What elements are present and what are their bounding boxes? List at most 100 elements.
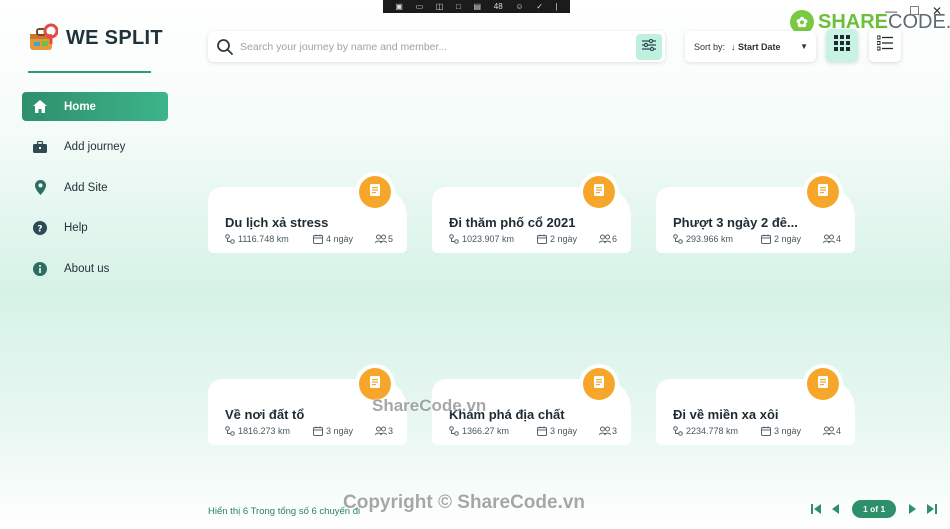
route-icon	[449, 234, 459, 244]
first-page-button[interactable]	[809, 500, 823, 518]
tray-icon[interactable]: ▣	[395, 2, 403, 11]
calendar-icon	[761, 234, 771, 244]
first-page-icon	[811, 504, 821, 514]
journey-days: 3 ngày	[326, 426, 354, 436]
accessibility-icon[interactable]: ☺	[515, 2, 523, 11]
luggage-logo-icon	[28, 22, 59, 54]
search-input[interactable]	[240, 40, 636, 53]
members-icon	[599, 234, 611, 244]
separator-icon: |	[555, 2, 558, 11]
journey-members: 4	[836, 426, 842, 436]
route-icon	[673, 234, 683, 244]
journey-card[interactable]: Du lịch xả stress 1116.748 km 4 ngày 5	[208, 176, 407, 253]
filter-button[interactable]	[636, 33, 662, 60]
crop-icon[interactable]: □	[456, 2, 461, 11]
sort-value: ↓ Start Date	[731, 41, 781, 52]
watermark-center: ShareCode.vn	[372, 396, 487, 415]
nav-item-add-journey[interactable]: Add journey	[22, 133, 168, 162]
sidebar: WE SPLIT Home Add journey Add Site ? Hel	[0, 0, 190, 529]
journey-card[interactable]: Phượt 3 ngày 2 đê... 293.966 km 2 ngày 4	[656, 176, 855, 253]
app-name: WE SPLIT	[66, 26, 163, 49]
system-tray-strip: ▣ ▭ ◫ □ ▤ 48 ☺ ✓ |	[383, 0, 570, 13]
document-icon	[368, 375, 382, 394]
document-icon	[592, 375, 606, 394]
battery-level: 48	[493, 2, 503, 11]
nav-item-label: Add journey	[64, 141, 126, 153]
journey-members: 5	[388, 234, 394, 244]
journey-days: 2 ngày	[774, 234, 802, 244]
sliders-icon	[642, 38, 656, 56]
next-page-button[interactable]	[905, 500, 919, 518]
route-icon	[673, 426, 683, 436]
document-icon	[816, 183, 830, 202]
nav-item-label: Add Site	[64, 181, 108, 194]
caret-down-icon: ▼	[800, 42, 808, 51]
journey-days: 3 ngày	[550, 426, 578, 436]
members-icon	[375, 426, 387, 436]
journey-title: Phượt 3 ngày 2 đê...	[673, 215, 798, 230]
journey-badge[interactable]	[807, 176, 839, 208]
nav-item-add-site[interactable]: Add Site	[22, 173, 168, 202]
journey-card[interactable]: Đi về miền xa xôi 2234.778 km 3 ngày 4	[656, 368, 855, 445]
journey-meta: 2234.778 km 3 ngày 4	[673, 426, 845, 436]
calendar-icon	[537, 426, 547, 436]
journey-members: 4	[836, 234, 842, 244]
journey-distance-group: 1023.907 km	[449, 234, 537, 244]
journey-badge[interactable]	[807, 368, 839, 400]
results-status: Hiển thị 6 Trong tổng số 6 chuyến đi	[208, 506, 361, 517]
journey-distance-group: 293.966 km	[673, 234, 761, 244]
camera-icon[interactable]: ▭	[416, 2, 424, 11]
journey-badge[interactable]	[583, 368, 615, 400]
page-indicator: 1 of 1	[852, 500, 897, 518]
journey-days-group: 3 ngày	[313, 426, 375, 436]
journey-distance: 1023.907 km	[462, 234, 515, 244]
journey-days-group: 3 ngày	[537, 426, 599, 436]
help-icon: ?	[32, 220, 48, 236]
next-page-icon	[909, 504, 917, 514]
journey-days-group: 3 ngày	[761, 426, 823, 436]
journey-badge[interactable]	[583, 176, 615, 208]
list-view-button[interactable]	[869, 29, 901, 62]
last-page-icon	[927, 504, 938, 514]
nav-item-label: About us	[64, 262, 110, 275]
journey-title: Về nơi đất tổ	[225, 407, 305, 422]
sort-dropdown[interactable]: Sort by: ↓ Start Date ▼	[685, 31, 816, 62]
journey-members-group: 3	[375, 426, 393, 436]
search-bar	[208, 31, 665, 62]
document-icon	[816, 375, 830, 394]
nav-item-about-us[interactable]: About us	[22, 254, 168, 283]
nav-item-label: Help	[64, 222, 88, 234]
calendar-icon	[537, 234, 547, 244]
search-icon	[216, 38, 234, 56]
journey-distance-group: 1816.273 km	[225, 426, 313, 436]
prev-page-button[interactable]	[829, 500, 843, 518]
journey-days-group: 4 ngày	[313, 234, 375, 244]
nav-item-label: Home	[64, 100, 96, 113]
check-icon[interactable]: ✓	[536, 2, 543, 11]
cast-icon[interactable]: ◫	[436, 2, 444, 11]
journey-card[interactable]: Đi thăm phố cổ 2021 1023.907 km 2 ngày 6	[432, 176, 631, 253]
journey-badge[interactable]	[359, 176, 391, 208]
journey-members-group: 3	[599, 426, 617, 436]
pagination: 1 of 1	[806, 500, 942, 518]
journey-title: Du lịch xả stress	[225, 215, 329, 230]
watermark-bottom: Copyright © ShareCode.vn	[343, 492, 586, 513]
journey-title: Đi thăm phố cổ 2021	[449, 215, 576, 230]
document-icon	[368, 183, 382, 202]
sort-label: Sort by:	[694, 41, 726, 52]
route-icon	[225, 426, 235, 436]
list-icon	[876, 35, 893, 56]
screen-icon[interactable]: ▤	[474, 2, 482, 11]
document-icon	[592, 183, 606, 202]
last-page-button[interactable]	[925, 500, 939, 518]
journey-distance-group: 2234.778 km	[673, 426, 761, 436]
nav-item-home[interactable]: Home	[22, 92, 168, 121]
journey-meta: 1816.273 km 3 ngày 3	[225, 426, 397, 436]
journey-days-group: 2 ngày	[761, 234, 823, 244]
app-logo: WE SPLIT	[28, 22, 163, 54]
journey-days-group: 2 ngày	[537, 234, 599, 244]
logo-divider	[28, 71, 151, 73]
grid-view-button[interactable]	[826, 29, 858, 62]
journey-distance-group: 1366.27 km	[449, 426, 537, 436]
nav-item-help[interactable]: ? Help	[22, 214, 168, 243]
